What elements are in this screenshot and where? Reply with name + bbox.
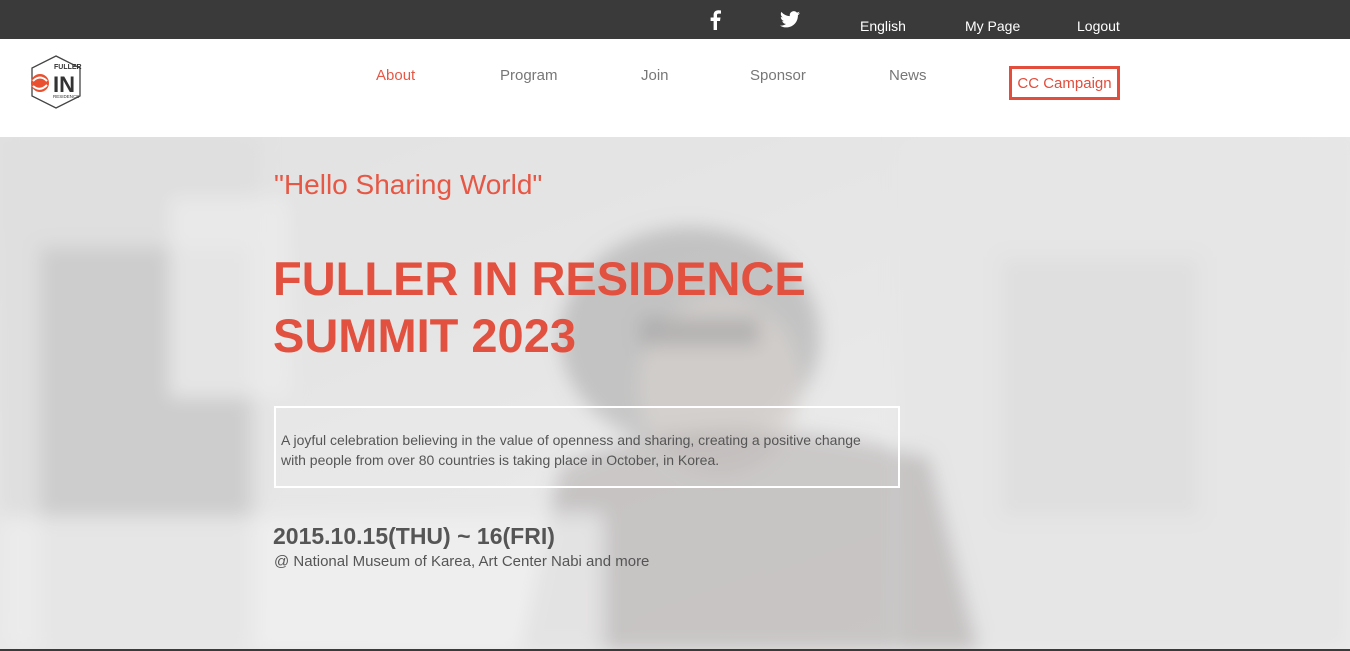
hero-section: "Hello Sharing World" FULLER IN RESIDENC…	[0, 137, 1350, 651]
nav-sponsor[interactable]: Sponsor	[750, 67, 806, 84]
nav-news[interactable]: News	[889, 67, 927, 84]
hero-title-line-2: SUMMIT 2023	[273, 309, 576, 362]
nav-about[interactable]: About	[376, 67, 415, 84]
my-page-link[interactable]: My Page	[965, 0, 1020, 39]
event-venue: @ National Museum of Karea, Art Center N…	[274, 553, 650, 570]
svg-text:FULLER: FULLER	[54, 64, 82, 71]
nav-join[interactable]: Join	[641, 67, 669, 84]
top-bar: English My Page Logout	[0, 0, 1350, 39]
svg-text:RESIDENCE: RESIDENCE	[53, 94, 79, 99]
logout-link[interactable]: Logout	[1077, 0, 1120, 39]
event-date: 2015.10.15(THU) ~ 16(FRI)	[273, 523, 555, 549]
hero-overlay	[0, 137, 1350, 651]
twitter-icon[interactable]	[778, 0, 802, 39]
hero-title-line-1: FULLER IN RESIDENCE	[273, 252, 806, 305]
facebook-icon[interactable]	[704, 0, 726, 39]
fuller-in-residence-logo[interactable]: FULLER IN RESIDENCE	[26, 54, 86, 110]
nav-program[interactable]: Program	[500, 67, 558, 84]
hero-description: A joyful celebration believing in the va…	[281, 432, 861, 468]
cc-campaign-button[interactable]: CC Campaign	[1009, 66, 1120, 100]
hero-description-box: A joyful celebration believing in the va…	[274, 406, 900, 488]
language-link[interactable]: English	[860, 0, 906, 39]
hero-title: FULLER IN RESIDENCE SUMMIT 2023	[273, 250, 806, 364]
hero-tagline: "Hello Sharing World"	[274, 169, 543, 200]
site-header: FULLER IN RESIDENCE About Program Join S…	[0, 39, 1350, 137]
